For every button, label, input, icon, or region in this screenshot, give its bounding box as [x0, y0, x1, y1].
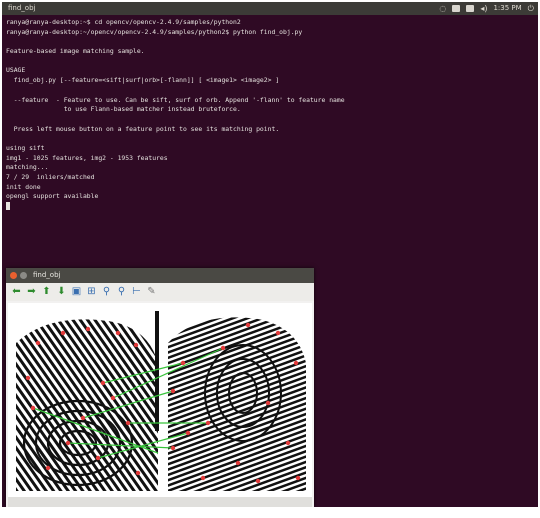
- clock[interactable]: 1:35 PM: [493, 2, 521, 15]
- system-tray: ◌ ◂) 1:35 PM ⏻: [439, 2, 534, 15]
- wifi-icon[interactable]: ◌: [439, 2, 446, 15]
- arrow-right-icon[interactable]: ➡: [26, 286, 37, 298]
- terminal-line: ranya@ranya-desktop:~/opencv/opencv-2.4.…: [6, 27, 303, 36]
- window-title: find_obj: [33, 271, 61, 279]
- match-canvas[interactable]: [8, 303, 312, 506]
- zoom-in-icon[interactable]: ⚲: [101, 286, 112, 298]
- terminal-line: USAGE: [6, 66, 26, 75]
- terminal-line: matching...: [6, 163, 49, 172]
- close-icon[interactable]: [10, 272, 17, 279]
- fingerprint-match-image: [16, 311, 306, 492]
- terminal-line: ranya@ranya-desktop:~$ cd opencv/opencv-…: [6, 18, 241, 26]
- terminal-line: Feature-based image matching sample.: [6, 47, 145, 56]
- right-fingerprint: [168, 317, 306, 492]
- save-icon[interactable]: ▣: [71, 286, 82, 298]
- terminal-cursor: [6, 202, 10, 211]
- image-toolbar: ⬅ ➡ ⬆ ⬇ ▣ ⊞ ⚲ ⚲ ⊢ ✎: [6, 283, 314, 301]
- arrow-up-icon[interactable]: ⬆: [41, 286, 52, 298]
- top-panel: find_obj ◌ ◂) 1:35 PM ⏻: [2, 2, 538, 15]
- window-titlebar[interactable]: find_obj: [6, 268, 314, 283]
- terminal-line: find_obj.py [--feature=<sift|surf|orb>[-…: [6, 76, 280, 85]
- terminal-line: Press left mouse button on a feature poi…: [6, 124, 280, 133]
- properties-icon[interactable]: ⊞: [86, 286, 97, 298]
- active-window-title: find_obj: [8, 4, 36, 12]
- desktop-screen: find_obj ◌ ◂) 1:35 PM ⏻ ranya@ranya-desk…: [2, 2, 538, 507]
- terminal-line: to use Flann-based matcher instead brute…: [6, 105, 241, 114]
- terminal-prompt-line: [6, 202, 526, 212]
- fit-icon[interactable]: ⊢: [131, 286, 142, 298]
- status-bar: [8, 497, 312, 507]
- terminal-line: init done: [6, 182, 41, 191]
- left-fingerprint: [16, 319, 158, 491]
- battery-icon[interactable]: [466, 5, 475, 12]
- terminal-line: --feature - Feature to use. Can be sift,…: [6, 95, 345, 104]
- keyboard-icon[interactable]: [452, 5, 461, 12]
- arrow-left-icon[interactable]: ⬅: [11, 286, 22, 298]
- zoom-out-icon[interactable]: ⚲: [116, 286, 127, 298]
- power-icon[interactable]: ⏻: [528, 2, 534, 15]
- find-obj-window: find_obj ⬅ ➡ ⬆ ⬇ ▣ ⊞ ⚲ ⚲ ⊢ ✎: [6, 268, 314, 507]
- arrow-down-icon[interactable]: ⬇: [56, 286, 67, 298]
- divider-artifact: [155, 311, 159, 431]
- edit-icon[interactable]: ✎: [146, 286, 157, 298]
- terminal-line: img1 - 1025 features, img2 - 1953 featur…: [6, 153, 168, 162]
- terminal-line: using sift: [6, 143, 45, 152]
- minimize-icon[interactable]: [20, 272, 27, 279]
- volume-icon[interactable]: ◂): [480, 2, 487, 15]
- terminal-output[interactable]: ranya@ranya-desktop:~$ cd opencv/opencv-…: [6, 18, 526, 212]
- terminal-line: 7 / 29 inliers/matched: [6, 173, 95, 181]
- terminal-line: opengl support available: [6, 192, 99, 201]
